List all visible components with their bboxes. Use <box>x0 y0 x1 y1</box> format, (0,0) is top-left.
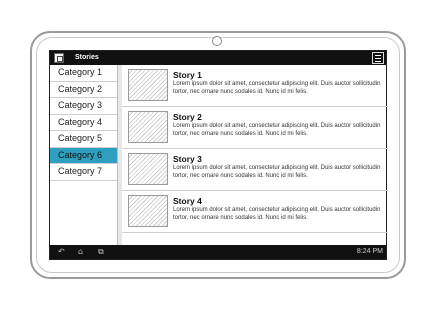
story-item[interactable]: Story 3 Lorem ipsum dolor sit amet, cons… <box>122 149 388 191</box>
tablet-screen: Stories Category 1 Category 2 Category 3… <box>49 50 388 260</box>
story-summary: Lorem ipsum dolor sit amet, consectetur … <box>173 123 381 137</box>
sidebar-item-category-4[interactable]: Category 4 <box>50 115 117 131</box>
story-item[interactable]: Story 1 Lorem ipsum dolor sit amet, cons… <box>122 65 388 107</box>
story-title: Story 3 <box>173 154 202 164</box>
sidebar-item-category-7[interactable]: Category 7 <box>50 164 117 181</box>
story-title: Story 1 <box>173 70 202 80</box>
system-nav-bar: ↶ ⌂ ⧉ 8:24 PM <box>50 245 386 259</box>
app-title: Stories <box>75 54 99 61</box>
story-title: Story 2 <box>173 112 202 122</box>
story-list: Story 1 Lorem ipsum dolor sit amet, cons… <box>122 65 388 245</box>
action-bar: Stories <box>50 51 386 65</box>
story-thumbnail <box>128 153 168 185</box>
clock-time: 8:24 PM <box>356 248 383 255</box>
sidebar-item-category-2[interactable]: Category 2 <box>50 82 117 98</box>
story-summary: Lorem ipsum dolor sit amet, consectetur … <box>173 207 381 221</box>
story-item[interactable]: Story 4 Lorem ipsum dolor sit amet, cons… <box>122 191 388 233</box>
sidebar-item-category-5[interactable]: Category 5 <box>50 131 117 148</box>
menu-icon-line <box>375 55 381 56</box>
story-thumbnail <box>128 69 168 101</box>
story-thumbnail <box>128 111 168 143</box>
back-icon[interactable]: ↶ <box>58 248 65 256</box>
story-item[interactable]: Story 2 Lorem ipsum dolor sit amet, cons… <box>122 107 388 149</box>
story-summary: Lorem ipsum dolor sit amet, consectetur … <box>173 165 381 179</box>
story-summary: Lorem ipsum dolor sit amet, consectetur … <box>173 81 381 95</box>
story-thumbnail <box>128 195 168 227</box>
camera-icon <box>212 36 222 46</box>
menu-icon-line <box>375 58 381 59</box>
sidebar-item-category-6[interactable]: Category 6 <box>50 147 117 164</box>
home-icon[interactable]: ⌂ <box>78 248 83 256</box>
sidebar-item-category-1[interactable]: Category 1 <box>50 65 117 82</box>
category-sidebar: Category 1 Category 2 Category 3 Categor… <box>50 65 118 245</box>
app-logo-icon <box>54 53 64 63</box>
recent-apps-icon[interactable]: ⧉ <box>98 248 104 256</box>
story-title: Story 4 <box>173 196 202 206</box>
menu-icon-line <box>375 61 381 62</box>
menu-button[interactable] <box>372 52 384 64</box>
sidebar-item-category-3[interactable]: Category 3 <box>50 98 117 115</box>
